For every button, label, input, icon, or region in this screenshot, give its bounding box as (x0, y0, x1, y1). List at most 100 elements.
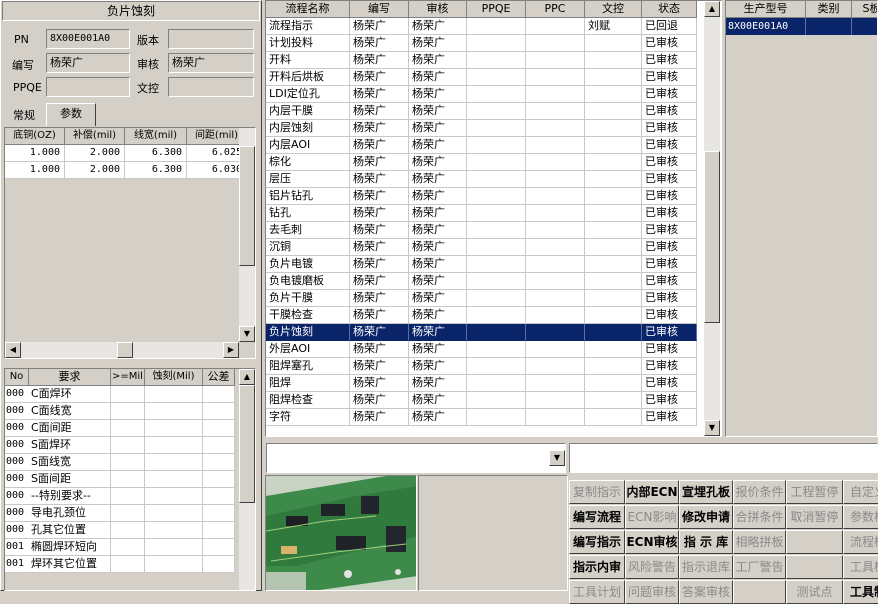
action-button[interactable] (786, 555, 843, 579)
req-row[interactable]: 000 C面间距 (5, 420, 235, 437)
action-button[interactable]: 问题审核 (625, 580, 679, 604)
action-button[interactable]: 内部ECN (625, 480, 679, 504)
process-row[interactable]: 计划投料 杨荣广 杨荣广 已审核 (266, 35, 697, 52)
process-row[interactable]: 去毛刺 杨荣广 杨荣广 已审核 (266, 222, 697, 239)
version-field[interactable] (168, 29, 254, 49)
req-row[interactable]: 000 --特别要求-- (5, 488, 235, 505)
process-row[interactable]: 棕化 杨荣广 杨荣广 已审核 (266, 154, 697, 171)
action-button[interactable]: ECN审核 (625, 530, 679, 554)
process-scroll-down[interactable]: ▼ (704, 420, 720, 436)
model-col-category[interactable]: 类别 (806, 1, 852, 18)
process-row[interactable]: 干膜检查 杨荣广 杨荣广 已审核 (266, 307, 697, 324)
process-row[interactable]: 阻焊塞孔 杨荣广 杨荣广 已审核 (266, 358, 697, 375)
process-row[interactable]: 流程指示 杨荣广 杨荣广 刘赋 已回退 (266, 18, 697, 35)
process-vscroll-thumb[interactable] (704, 151, 720, 323)
author-field[interactable]: 杨荣广 (46, 53, 130, 73)
action-button[interactable]: 指示退库 (679, 555, 733, 579)
req-row[interactable]: 000 S面间距 (5, 471, 235, 488)
review-field[interactable]: 杨荣广 (168, 53, 254, 73)
action-button[interactable]: 指 示 库 (679, 530, 733, 554)
process-row[interactable]: 负片干膜 杨荣广 杨荣广 已审核 (266, 290, 697, 307)
action-button[interactable]: 编写指示 (569, 530, 625, 554)
params-col-0[interactable]: 底铜(OZ) (5, 128, 65, 145)
action-button[interactable]: 修改申请 (679, 505, 733, 529)
req-row[interactable]: 001 椭圆焊环短向 (5, 539, 235, 556)
action-button[interactable]: 相略拼板 (733, 530, 786, 554)
params-scroll-left[interactable]: ◀ (5, 342, 21, 358)
action-button[interactable]: 工具制 (843, 580, 878, 604)
req-row[interactable]: 000 导电孔颈位 (5, 505, 235, 522)
action-button[interactable]: 取消暂停 (786, 505, 843, 529)
action-button[interactable]: 复制指示 (569, 480, 625, 504)
process-row[interactable]: 钻孔 杨荣广 杨荣广 已审核 (266, 205, 697, 222)
params-row[interactable]: 1.000 2.000 6.300 6.030 (5, 162, 247, 179)
tab-general[interactable]: 常规 (3, 107, 45, 125)
params-col-1[interactable]: 补偿(mil) (65, 128, 125, 145)
params-scroll-down[interactable]: ▼ (239, 326, 255, 342)
process-row[interactable]: 开料 杨荣广 杨荣广 已审核 (266, 52, 697, 69)
action-button[interactable]: 风险警告 (625, 555, 679, 579)
process-row[interactable]: 沉铜 杨荣广 杨荣广 已审核 (266, 239, 697, 256)
process-row[interactable]: 内层蚀刻 杨荣广 杨荣广 已审核 (266, 120, 697, 137)
params-vscroll-thumb[interactable] (239, 146, 255, 266)
req-row[interactable]: 000 C面线宽 (5, 403, 235, 420)
action-button[interactable]: ECN影响 (625, 505, 679, 529)
model-col-sboard[interactable]: S板 (852, 1, 877, 18)
process-row[interactable]: 阻焊检查 杨荣广 杨荣广 已审核 (266, 392, 697, 409)
req-col-etch[interactable]: 蚀刻(Mil) (145, 369, 203, 386)
req-row[interactable]: 000 S面焊环 (5, 437, 235, 454)
process-col-name[interactable]: 流程名称 (266, 1, 350, 18)
params-col-3[interactable]: 间距(mil) (187, 128, 247, 145)
process-row[interactable]: 开料后烘板 杨荣广 杨荣广 已审核 (266, 69, 697, 86)
process-row[interactable]: 负片蚀刻 杨荣广 杨荣广 已审核 (266, 324, 697, 341)
right-combo[interactable] (569, 443, 878, 473)
action-button[interactable]: 测试点 (786, 580, 843, 604)
action-button[interactable]: 报价条件 (733, 480, 786, 504)
process-col-ppqe[interactable]: PPQE (467, 1, 526, 18)
req-row[interactable]: 000 S面线宽 (5, 454, 235, 471)
wenkong-field[interactable] (168, 77, 254, 97)
action-button[interactable]: 指示内审 (569, 555, 625, 579)
model-col-model[interactable]: 生产型号 (726, 1, 806, 18)
req-col-minmil[interactable]: >=Mil (111, 369, 145, 386)
model-row[interactable]: 8X00E001A0 (726, 18, 877, 35)
process-col-wenkong[interactable]: 文控 (585, 1, 642, 18)
action-button[interactable]: 答案审核 (679, 580, 733, 604)
action-button[interactable]: 合拼条件 (733, 505, 786, 529)
pn-field[interactable]: 8X00E001A0 (46, 29, 130, 49)
process-row[interactable]: 负片电镀 杨荣广 杨荣广 已审核 (266, 256, 697, 273)
process-row[interactable]: 铝片钻孔 杨荣广 杨荣广 已审核 (266, 188, 697, 205)
req-scroll-up[interactable]: ▲ (239, 369, 255, 385)
req-col-no[interactable]: No (5, 369, 29, 386)
process-row[interactable]: 内层AOI 杨荣广 杨荣广 已审核 (266, 137, 697, 154)
action-button[interactable] (786, 530, 843, 554)
params-col-2[interactable]: 线宽(mil) (125, 128, 187, 145)
process-col-status[interactable]: 状态 (642, 1, 697, 18)
process-row[interactable]: 阻焊 杨荣广 杨荣广 已审核 (266, 375, 697, 392)
tab-params[interactable]: 参数 (46, 103, 96, 126)
process-row[interactable]: 字符 杨荣广 杨荣广 已审核 (266, 409, 697, 426)
process-col-author[interactable]: 编写 (350, 1, 409, 18)
process-row[interactable]: LDI定位孔 杨荣广 杨荣广 已审核 (266, 86, 697, 103)
action-button[interactable]: 工程暂停 (786, 480, 843, 504)
action-button[interactable]: 工厂警告 (733, 555, 786, 579)
process-col-ppc[interactable]: PPC (526, 1, 585, 18)
process-row[interactable]: 外层AOI 杨荣广 杨荣广 已审核 (266, 341, 697, 358)
action-button[interactable]: 工具计划 (569, 580, 625, 604)
ppqe-field[interactable] (46, 77, 130, 97)
action-button[interactable]: 自定义 (843, 480, 878, 504)
params-hscroll-thumb[interactable] (117, 342, 133, 358)
req-vscroll-thumb[interactable] (239, 385, 255, 503)
action-button[interactable]: 参数检 (843, 505, 878, 529)
params-row[interactable]: 1.000 2.000 6.300 6.025 (5, 145, 247, 162)
action-button[interactable]: 编写流程 (569, 505, 625, 529)
process-row[interactable]: 负电镀磨板 杨荣广 杨荣广 已审核 (266, 273, 697, 290)
req-col-tolerance[interactable]: 公差 (203, 369, 235, 386)
process-row[interactable]: 层压 杨荣广 杨荣广 已审核 (266, 171, 697, 188)
left-combo[interactable]: ▼ (266, 443, 566, 473)
process-col-review[interactable]: 审核 (409, 1, 467, 18)
req-row[interactable]: 000 C面焊环 (5, 386, 235, 403)
action-button[interactable] (733, 580, 786, 604)
process-scroll-up[interactable]: ▲ (704, 1, 720, 17)
req-row[interactable]: 000 孔其它位置 (5, 522, 235, 539)
